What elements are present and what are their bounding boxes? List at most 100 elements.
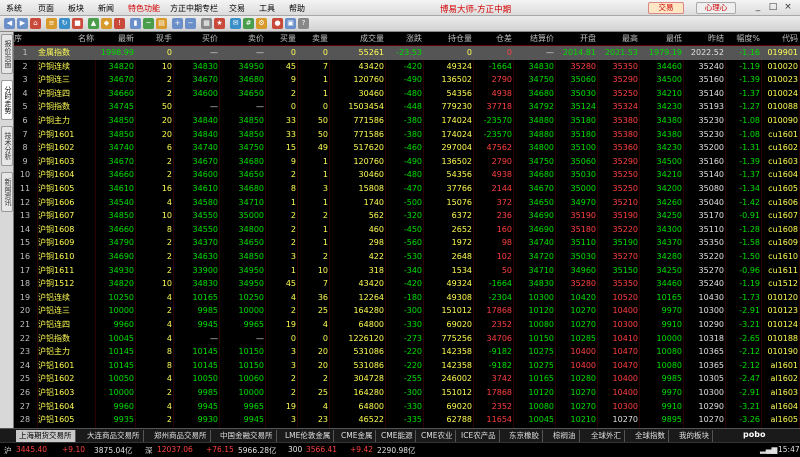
forward-icon[interactable]: ▶ <box>17 18 28 29</box>
list-icon[interactable]: ≡ <box>46 18 57 29</box>
table-row[interactable]: 7 沪铜1601 34850 20 34840 34850 33 50 771586 -380 17… <box>14 128 800 142</box>
header-seq[interactable]: 序 <box>14 32 36 46</box>
tab-tocom-rubber[interactable]: 东京橡胶 <box>506 430 543 442</box>
close-button[interactable]: × <box>782 2 794 14</box>
tab-ice-agri[interactable]: ICE农产品 <box>458 430 500 442</box>
favorite-icon[interactable]: ★ <box>214 18 225 29</box>
tab-cme-energy[interactable]: CME能源 <box>378 430 417 442</box>
header-code[interactable]: 代码 <box>762 32 798 46</box>
home-icon[interactable]: ⌂ <box>30 18 41 29</box>
menu-column[interactable]: 方正中期专栏 <box>170 3 218 14</box>
table-row[interactable]: 9 沪铜1603 34670 2 34670 34680 9 1 120760 -490 13650… <box>14 155 800 169</box>
table-row[interactable]: 3 沪铜连三 34670 2 34670 34680 9 1 120760 -490 136502 2… <box>14 73 800 87</box>
table-row[interactable]: 8 沪铜1602 34740 6 34740 34750 15 49 517620 -460 297… <box>14 141 800 155</box>
menu-news[interactable]: 新闻 <box>98 3 114 14</box>
trade-button[interactable]: 交易 <box>648 2 684 14</box>
grid-icon[interactable]: ▦ <box>201 18 212 29</box>
tab-dce[interactable]: 大连商品交易所 <box>84 430 144 442</box>
table-row[interactable]: 2 沪铜连续 34820 10 34830 34950 45 7 43420 -420 49324 -… <box>14 60 800 74</box>
header-last[interactable]: 最新 <box>94 32 134 46</box>
table-row[interactable]: 13 沪铜1607 34850 10 34550 35000 2 2 562 -320 6372 23… <box>14 209 800 223</box>
help-icon[interactable]: ? <box>298 18 309 29</box>
table-row[interactable]: 28 沪铝1605 9935 2 9930 9945 3 23 46522 -335 62788 11… <box>14 413 800 427</box>
minimize-button[interactable]: _ <box>752 2 764 14</box>
table-row[interactable]: 10 沪铜1604 34660 2 34600 34650 2 1 30460 -480 54356… <box>14 168 800 182</box>
settings-icon[interactable]: ⚙ <box>256 18 267 29</box>
table-row[interactable]: 23 沪铝主力 10145 8 10145 10150 3 20 531086 -220 14235… <box>14 345 800 359</box>
menu-system[interactable]: 系统 <box>6 3 22 14</box>
tab-my-sector[interactable]: 我的板块 <box>676 430 713 442</box>
table-row[interactable]: 4 沪铜连四 34660 2 34600 34650 2 1 30460 -480 54356 493… <box>14 87 800 101</box>
header-name[interactable]: 名称 <box>38 32 94 46</box>
header-prev-settle[interactable]: 昨结 <box>684 32 724 46</box>
table-row[interactable]: 25 沪铝1602 10050 4 10050 10060 2 2 304728 -255 2460… <box>14 372 800 386</box>
refresh-icon[interactable]: ↻ <box>59 18 70 29</box>
header-low[interactable]: 最低 <box>640 32 682 46</box>
header-bid[interactable]: 买价 <box>174 32 218 46</box>
side-tab-quote[interactable]: 报价页面 <box>1 34 13 74</box>
table-row[interactable]: 21 沪铝连四 9960 4 9945 9965 19 4 64800 -330 69020 2352… <box>14 318 800 332</box>
tab-shfe[interactable]: 上海期货交易所 <box>16 430 76 442</box>
quote-icon[interactable]: ◆ <box>101 18 112 29</box>
table-row[interactable]: 5 沪铜指数 34745 50 — — 0 0 1503454 -448 779230 37718 34… <box>14 100 800 114</box>
tab-cffex[interactable]: 中国金融交易所 <box>217 430 277 442</box>
header-ask[interactable]: 卖价 <box>220 32 264 46</box>
side-tab-analysis[interactable]: 技术分析 <box>1 126 13 166</box>
menu-tools[interactable]: 工具 <box>259 3 275 14</box>
kline-icon[interactable]: ▮ <box>130 18 141 29</box>
table-row[interactable]: 22 沪铝指数 10045 4 — — 0 0 1226120 -273 775256 34706 10… <box>14 332 800 346</box>
table-row[interactable]: 24 沪铝1601 10145 8 10145 10150 3 20 531086 -220 142… <box>14 359 800 373</box>
header-volume[interactable]: 成交量 <box>330 32 384 46</box>
menu-trade[interactable]: 交易 <box>229 3 245 14</box>
header-settle[interactable]: 结算价 <box>514 32 554 46</box>
header-pct[interactable]: 幅度% <box>726 32 760 46</box>
table-row[interactable]: 12 沪铜1606 34540 4 34580 34710 1 1 1740 -500 15076 3… <box>14 196 800 210</box>
table-row[interactable]: 19 沪铝连续 10250 4 10165 10250 4 36 12264 -180 49308 -… <box>14 291 800 305</box>
timeline-icon[interactable]: ~ <box>143 18 154 29</box>
stop-icon[interactable]: ■ <box>72 18 83 29</box>
tab-cme-agri[interactable]: CME农业 <box>418 430 457 442</box>
table-row[interactable]: 26 沪铝1603 10000 2 9985 10000 2 25 164280 -300 1510… <box>14 386 800 400</box>
header-cur-vol[interactable]: 现手 <box>136 32 172 46</box>
chart-icon[interactable]: ▲ <box>88 18 99 29</box>
table-row[interactable]: 17 沪铜1611 34930 2 33900 34950 1 10 318 -340 1534 50… <box>14 264 800 278</box>
header-open-int[interactable]: 持仓量 <box>424 32 472 46</box>
side-tab-timeline[interactable]: 分时走势 <box>1 80 13 120</box>
tab-palm-oil[interactable]: 棕榈油 <box>550 430 580 442</box>
back-icon[interactable]: ◀ <box>4 18 15 29</box>
calc-icon[interactable]: # <box>243 18 254 29</box>
news-icon[interactable]: ✉ <box>230 18 241 29</box>
menu-page[interactable]: 页面 <box>38 3 54 14</box>
menu-help[interactable]: 帮助 <box>289 3 305 14</box>
table-row[interactable]: 11 沪铜1605 34610 16 34610 34680 8 3 15808 -470 3776… <box>14 182 800 196</box>
print-icon[interactable]: ▣ <box>285 18 296 29</box>
table-row[interactable]: 6 沪铜主力 34850 20 34840 34850 33 50 771586 -380 1740… <box>14 114 800 128</box>
header-open[interactable]: 开盘 <box>556 32 596 46</box>
table-row[interactable]: 14 沪铜1608 34660 8 34550 34800 2 1 460 -450 2652 160… <box>14 223 800 237</box>
table-row[interactable]: 18 沪铜1512 34820 10 34830 34950 45 7 43420 -420 493… <box>14 277 800 291</box>
tab-lme[interactable]: LME伦敦金属 <box>282 430 335 442</box>
table-row[interactable]: 20 沪铝连三 10000 2 9985 10000 2 25 164280 -300 151012… <box>14 304 800 318</box>
side-tab-news[interactable]: 新闻资讯 <box>1 172 13 212</box>
header-bid-vol[interactable]: 买量 <box>266 32 296 46</box>
alert-icon[interactable]: ! <box>114 18 125 29</box>
header-ask-vol[interactable]: 卖量 <box>298 32 328 46</box>
menu-features[interactable]: 特色功能 <box>128 3 160 14</box>
table-row[interactable]: 16 沪铜1610 34690 2 34630 34850 3 2 422 -530 2648 102… <box>14 250 800 264</box>
tab-czce[interactable]: 郑州商品交易所 <box>151 430 211 442</box>
tab-global-index[interactable]: 全球指数 <box>632 430 669 442</box>
lock-icon[interactable]: ● <box>272 18 283 29</box>
header-change[interactable]: 涨跌 <box>386 32 422 46</box>
table-row[interactable]: 1 金属指数 1998.99 0 — — 0 0 55261 -23.53 0 0 — 2014.81 20… <box>14 46 800 60</box>
header-high[interactable]: 最高 <box>598 32 638 46</box>
tab-cme-metal[interactable]: CME金属 <box>338 430 377 442</box>
table-row[interactable]: 15 沪铜1609 34790 2 34370 34650 2 1 298 -560 1972 98 3… <box>14 236 800 250</box>
tab-global-fx[interactable]: 全球外汇 <box>588 430 625 442</box>
menu-sector[interactable]: 板块 <box>68 3 84 14</box>
zoom-out-icon[interactable]: − <box>185 18 196 29</box>
maximize-button[interactable]: □ <box>767 2 779 14</box>
table-row[interactable]: 27 沪铝1604 9960 4 9945 9965 19 4 64800 -330 69020 23… <box>14 400 800 414</box>
zoom-in-icon[interactable]: + <box>172 18 183 29</box>
depth-icon[interactable]: ▤ <box>156 18 167 29</box>
user-button[interactable]: 心理心 <box>696 2 736 14</box>
